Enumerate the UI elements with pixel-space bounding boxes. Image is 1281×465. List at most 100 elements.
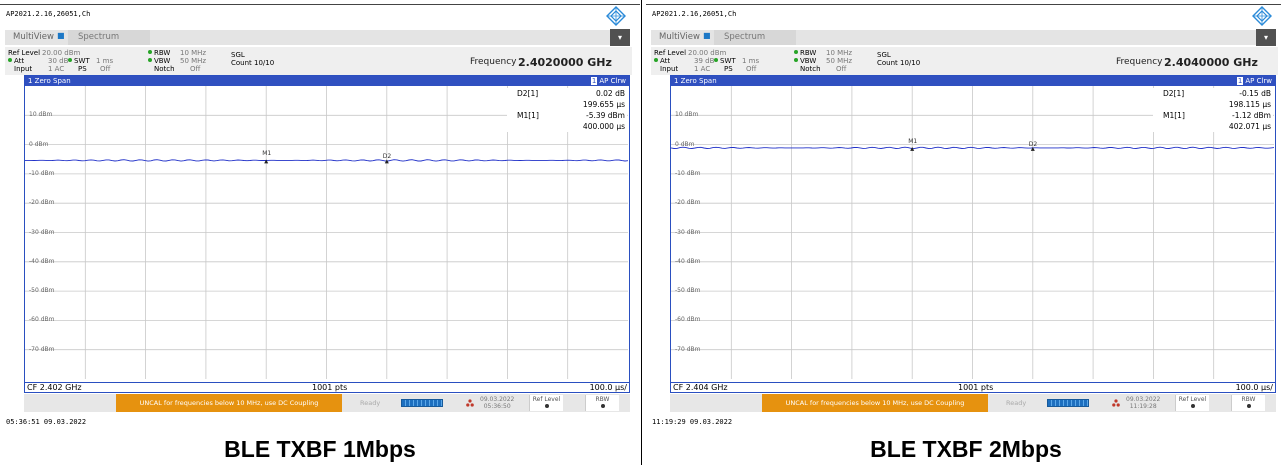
status-bar: UNCAL for frequencies below 10 MHz, use … xyxy=(670,394,1276,412)
sgl-label: SGL xyxy=(231,51,245,59)
y-axis-label: -60 dBm xyxy=(675,316,701,324)
trace-indicator: 1 AP Clrw xyxy=(590,76,626,86)
plot-area[interactable]: 10 dBm 0 dBm -10 dBm -20 dBm -30 dBm -40 dBm -… xyxy=(25,86,629,379)
sweep-progress-bar xyxy=(401,399,443,407)
sgl-label: SGL xyxy=(877,51,891,59)
ref-level-button[interactable]: Ref Level xyxy=(529,395,563,411)
menu-dropdown-button[interactable]: ▾ xyxy=(1256,29,1276,46)
measurement-settings-bar: Ref Level 20.00 dBm Att 30 dB SWT 1 ms I… xyxy=(5,47,632,75)
y-axis-label: -30 dBm xyxy=(675,228,701,236)
frequency-value[interactable]: 2.4020000 GHz xyxy=(518,56,612,69)
rbw-button[interactable]: RBW xyxy=(1231,395,1265,411)
y-axis-label: -60 dBm xyxy=(29,316,55,324)
status-date: 09.03.2022 xyxy=(480,396,515,403)
marker-row-d2-time: 199.655 µs xyxy=(507,99,627,110)
input-value: 1 AC xyxy=(694,65,711,73)
panel-caption: BLE TXBF 2Mbps xyxy=(870,436,1062,462)
swt-dot-icon xyxy=(714,58,718,62)
tab-bar: MultiView ■ Spectrum xyxy=(5,30,610,45)
ref-level-button[interactable]: Ref Level xyxy=(1175,395,1209,411)
ref-level-label: Ref Level xyxy=(654,49,687,57)
att-label: Att xyxy=(654,57,670,65)
marker-table: D2[1] -0.15 dB 198.115 µs M1[1] -1.12 dB… xyxy=(1153,88,1273,132)
uncal-warning[interactable]: UNCAL for frequencies below 10 MHz, use … xyxy=(762,394,988,412)
rbw-button[interactable]: RBW xyxy=(585,395,619,411)
input-label: Input xyxy=(14,65,33,73)
notch-label: Notch xyxy=(154,65,175,73)
y-axis-label: -10 dBm xyxy=(675,169,701,177)
marker-d2-label: D2 xyxy=(382,153,392,161)
y-axis-label: -40 dBm xyxy=(675,257,701,265)
marker-value: -5.39 dBm xyxy=(585,111,625,120)
notch-value: Off xyxy=(836,65,847,73)
swt-value: 1 ms xyxy=(742,57,760,65)
trace-number: 1 xyxy=(590,77,598,85)
y-axis-label: -70 dBm xyxy=(29,345,55,353)
status-time: 11:19:28 xyxy=(1129,403,1157,410)
swt-value: 1 ms xyxy=(96,57,114,65)
y-axis-label: 10 dBm xyxy=(675,111,699,119)
input-label: Input xyxy=(660,65,679,73)
frequency-label: Frequency xyxy=(1116,57,1163,67)
status-date: 09.03.2022 xyxy=(1126,396,1161,403)
vbw-label: VBW xyxy=(148,57,170,65)
ref-level-indicator-icon xyxy=(544,404,549,408)
rbw-value: 10 MHz xyxy=(180,49,207,57)
marker-row-m1: M1[1] -5.39 dBm xyxy=(507,110,627,121)
center-frequency: CF 2.404 GHz xyxy=(673,383,728,392)
vbw-dot-icon xyxy=(794,58,798,62)
marker-name: D2[1] xyxy=(517,89,539,98)
marker-time: 198.115 µs xyxy=(1228,100,1271,109)
ps-label: PS xyxy=(78,65,87,73)
ref-level-indicator-icon xyxy=(1190,404,1195,408)
y-axis-label: 0 dBm xyxy=(29,140,49,148)
tab-multiview[interactable]: MultiView xyxy=(659,32,700,42)
network-alert-icon xyxy=(466,399,474,407)
marker-d2-label: D2 xyxy=(1028,140,1038,148)
marker-row-m1-time: 400.000 µs xyxy=(507,121,627,132)
trace-number: 1 xyxy=(1236,77,1244,85)
swt-label: SWT xyxy=(68,57,90,65)
y-axis-label: -20 dBm xyxy=(675,199,701,207)
vbw-label: VBW xyxy=(794,57,816,65)
sweep-progress-bar xyxy=(1047,399,1089,407)
sweep-points: 1001 pts xyxy=(958,383,994,392)
sweep-points: 1001 pts xyxy=(312,383,348,392)
plot-title: 1 Zero Span xyxy=(28,77,71,85)
tab-multiview-indicator-icon: ■ xyxy=(703,31,711,40)
att-dot-icon xyxy=(8,58,12,62)
menu-dropdown-button[interactable]: ▾ xyxy=(610,29,630,46)
zero-span-plot: 1 Zero Span 1 AP Clrw 10 dBm 0 dBm -10 dBm -… xyxy=(24,75,630,393)
sweep-count: Count 10/10 xyxy=(877,59,921,67)
tab-multiview[interactable]: MultiView xyxy=(13,32,54,42)
ready-status: Ready xyxy=(360,399,381,407)
frequency-value[interactable]: 2.4040000 GHz xyxy=(1164,56,1258,69)
uncal-warning[interactable]: UNCAL for frequencies below 10 MHz, use … xyxy=(116,394,342,412)
trace-indicator: 1 AP Clrw xyxy=(1236,76,1272,86)
file-name: AP2021.2.16,26051,Ch xyxy=(6,10,91,18)
marker-value: 0.02 dB xyxy=(596,89,625,98)
marker-name: M1[1] xyxy=(1163,111,1185,120)
notch-label: Notch xyxy=(800,65,821,73)
marker-row-d2-time: 198.115 µs xyxy=(1153,99,1273,110)
marker-m1-label: M1 xyxy=(908,137,918,145)
y-axis-label: -50 dBm xyxy=(29,287,55,295)
tab-multiview-indicator-icon: ■ xyxy=(57,31,65,40)
ps-label: PS xyxy=(724,65,733,73)
status-bar: UNCAL for frequencies below 10 MHz, use … xyxy=(24,394,630,412)
plot-area[interactable]: 10 dBm 0 dBm -10 dBm -20 dBm -30 dBm -40 dBm -… xyxy=(671,86,1275,379)
marker-time: 199.655 µs xyxy=(582,100,625,109)
measurement-settings-bar: Ref Level 20.00 dBm Att 39 dB SWT 1 ms I… xyxy=(651,47,1278,75)
y-axis-label: -50 dBm xyxy=(675,287,701,295)
ref-level-value: 20.00 dBm xyxy=(688,49,727,57)
network-alert-icon xyxy=(1112,399,1120,407)
ps-value: Off xyxy=(100,65,111,73)
tab-spectrum[interactable]: Spectrum xyxy=(68,30,150,45)
trace-mode: AP Clrw xyxy=(599,77,626,85)
tab-spectrum[interactable]: Spectrum xyxy=(714,30,796,45)
top-rule xyxy=(646,4,1281,5)
sweep-count: Count 10/10 xyxy=(231,59,275,67)
marker-value: -1.12 dBm xyxy=(1231,111,1271,120)
screenshot-panel-2mbps: AP2021.2.16,26051,Ch MultiView ■ Spectru… xyxy=(646,0,1281,465)
rbw-label: RBW xyxy=(794,49,816,57)
